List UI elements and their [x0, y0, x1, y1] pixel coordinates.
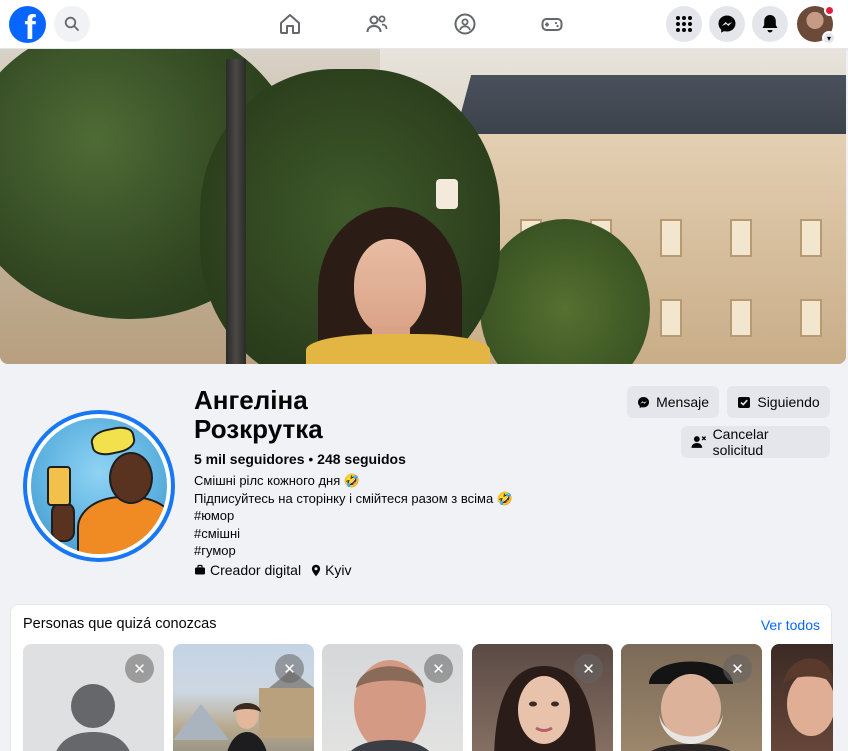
following-button[interactable]: Siguiendo [727, 386, 830, 418]
menu-button[interactable] [666, 6, 702, 42]
profile-picture[interactable] [23, 410, 175, 562]
groups-icon [454, 13, 476, 35]
messenger-icon [718, 15, 736, 33]
menu-icon [676, 16, 692, 32]
suggestion-card[interactable]: ✕ [23, 644, 164, 751]
dismiss-suggestion-button[interactable]: ✕ [424, 654, 453, 683]
check-box-icon [738, 397, 751, 408]
friends-tab[interactable] [363, 10, 391, 38]
cancel-friend-request-icon [691, 436, 707, 448]
profile-picture-image [31, 418, 167, 554]
dismiss-suggestion-button[interactable]: ✕ [275, 654, 304, 683]
people-you-may-know-panel: Personas que quizá conozcas Ver todos ✕ … [10, 604, 833, 751]
location-item: Kyiv [311, 562, 352, 578]
home-tab[interactable] [276, 10, 304, 38]
suggestion-card[interactable]: ✕ [173, 644, 314, 751]
bell-icon [762, 15, 778, 33]
suggestion-card[interactable]: ✕ [322, 644, 463, 751]
category-item: Creador digital [194, 562, 301, 578]
location-label: Kyiv [325, 562, 352, 578]
profile-meta: Creador digital Kyiv [194, 562, 352, 578]
suggestion-card[interactable] [771, 644, 833, 751]
gaming-tab[interactable] [538, 10, 566, 38]
chevron-down-icon[interactable]: ▾ [822, 31, 836, 45]
suggestion-photo [783, 658, 833, 736]
location-pin-icon [311, 564, 321, 576]
pymk-title: Personas que quizá conozcas [23, 616, 217, 632]
cover-photo[interactable] [0, 49, 846, 364]
bio-hashtag[interactable]: #юмор [194, 507, 513, 525]
bio-hashtag[interactable]: #смішні [194, 525, 513, 543]
category-label: Creador digital [210, 562, 302, 578]
suggestion-card[interactable]: ✕ [472, 644, 613, 751]
bio-line: Підписуйтесь на сторінку і смійтеся разо… [194, 490, 513, 506]
search-button[interactable] [54, 6, 90, 42]
bio-line: Смішні рілс кожного дня 🤣 [194, 473, 361, 488]
follower-stats: 5 mil seguidores • 248 seguidos [194, 451, 406, 467]
messenger-icon [637, 396, 650, 408]
top-navigation-bar: f ▾ [0, 0, 848, 49]
profile-name: Ангеліна Розкрутка [194, 385, 323, 444]
following-count[interactable]: 248 seguidos [317, 451, 406, 467]
suggestion-card[interactable]: ✕ [621, 644, 762, 751]
dismiss-suggestion-button[interactable]: ✕ [574, 654, 603, 683]
home-icon [280, 14, 300, 34]
bio-hashtag[interactable]: #гумор [194, 542, 513, 560]
notifications-button[interactable] [752, 6, 788, 42]
profile-bio: Смішні рілс кожного дня 🤣 Підписуйтесь н… [194, 472, 513, 560]
notification-dot [824, 5, 835, 16]
groups-tab[interactable] [451, 10, 479, 38]
cancel-request-button[interactable]: Cancelar solicitud [681, 426, 830, 458]
gaming-icon [541, 18, 563, 31]
followers-count[interactable]: 5 mil seguidores [194, 451, 304, 467]
friends-icon [366, 15, 388, 33]
messenger-button[interactable] [709, 6, 745, 42]
facebook-logo[interactable]: f [9, 6, 46, 43]
message-button[interactable]: Mensaje [627, 386, 719, 418]
account-avatar[interactable]: ▾ [797, 5, 836, 45]
briefcase-icon [195, 564, 205, 575]
see-all-link[interactable]: Ver todos [761, 617, 820, 633]
dismiss-suggestion-button[interactable]: ✕ [125, 654, 154, 683]
profile-header: Ангеліна Розкрутка 5 mil seguidores • 24… [0, 364, 848, 604]
dismiss-suggestion-button[interactable]: ✕ [723, 654, 752, 683]
search-icon [64, 16, 79, 31]
